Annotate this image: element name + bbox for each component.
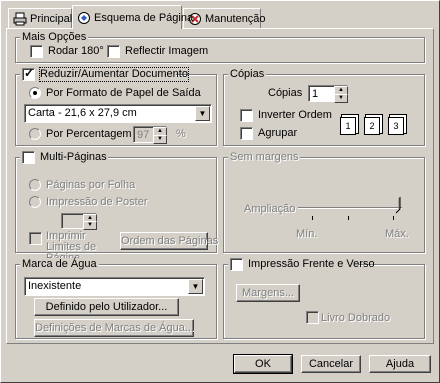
group-title: Sem margens	[228, 151, 301, 164]
por-formato-label: Por Formato de Papel de Saída	[46, 87, 201, 99]
chevron-down-icon[interactable]: ▼	[195, 106, 210, 121]
group-title: Cópias	[228, 68, 267, 81]
marca-value: Inexistente	[28, 280, 82, 292]
tab-esquema-de-pagina[interactable]: Esquema de Página	[72, 5, 193, 29]
reflectir-checkbox[interactable]	[107, 45, 120, 58]
agrupar-checkbox[interactable]	[240, 127, 253, 140]
group-title: Mais Opções	[20, 31, 89, 44]
paper-size-value: Carta - 21,6 x 27,9 cm	[28, 107, 137, 119]
ok-button[interactable]: OK	[233, 354, 293, 374]
frente-verso-group: Impressão Frente e Verso Margens... Livr…	[223, 258, 425, 339]
ampliacao-label: Ampliação	[244, 203, 296, 215]
por-formato-radio[interactable]	[29, 87, 41, 99]
definicoes-marcas-button[interactable]: Definições de Marcas de Água...	[34, 319, 194, 337]
multi-down-icon[interactable]: ▼	[83, 221, 97, 230]
chevron-down-icon[interactable]: ▼	[188, 279, 203, 294]
mais-opcoes-group: Mais Opções Rodar 180° Reflectir Imagem	[15, 31, 425, 63]
cancel-button[interactable]: Cancelar	[301, 355, 361, 373]
margens-button[interactable]: Margens...	[236, 284, 300, 302]
inverter-label: Inverter Ordem	[258, 109, 332, 121]
tab-label: Principal	[30, 12, 73, 25]
page-number: 3	[388, 117, 404, 135]
page-number: 2	[364, 117, 380, 135]
inverter-checkbox[interactable]	[240, 109, 253, 122]
slider-tick	[393, 216, 394, 220]
sem-margens-group: Sem margens Ampliação Mín. Máx.	[223, 151, 425, 253]
ampliacao-slider-thumb[interactable]	[394, 197, 402, 215]
ampliacao-slider-track[interactable]	[298, 207, 402, 209]
multi-paginas-checkbox[interactable]	[22, 151, 35, 164]
reduzir-group: ✓ Reduzir/Aumentar Documento Por Formato…	[15, 67, 217, 146]
collate-pages-icon: 1 2 3	[340, 111, 420, 141]
slider-max-label: Máx.	[385, 228, 409, 240]
copias-group: Cópias Cópias 1 ▲ ▼ Inverter Ordem Agrup…	[223, 68, 425, 146]
slider-min-label: Mín.	[296, 228, 318, 240]
layout-icon	[77, 11, 91, 25]
ordem-paginas-button[interactable]: Ordem das Páginas	[120, 232, 218, 250]
paper-size-select[interactable]: Carta - 21,6 x 27,9 cm ▼	[24, 104, 212, 123]
reduzir-checkbox[interactable]: ✓	[22, 66, 35, 81]
percent-value: 97	[137, 129, 150, 141]
printer-icon	[13, 12, 27, 26]
tab-manutencao[interactable]: Manutenção	[183, 8, 266, 28]
multi-legend: Multi-Páginas	[20, 151, 108, 165]
paginas-por-folha-label: Páginas por Folha	[46, 179, 136, 191]
percent-down-icon[interactable]: ▼	[153, 135, 167, 144]
copias-down-icon[interactable]: ▼	[334, 94, 348, 103]
imprimir-limites-checkbox[interactable]	[29, 232, 42, 245]
paginas-por-folha-radio[interactable]	[29, 179, 41, 191]
rodar-label: Rodar 180°	[48, 45, 104, 57]
tab-label: Manutenção	[205, 12, 266, 25]
page-number: 1	[340, 117, 356, 135]
livro-dobrado-checkbox[interactable]	[306, 311, 319, 324]
marca-de-agua-group: Marca de Água Inexistente ▼ Definido pel…	[15, 258, 217, 339]
definido-utilizador-button[interactable]: Definido pelo Utilizador...	[34, 298, 179, 316]
reduzir-legend: ✓ Reduzir/Aumentar Documento	[20, 66, 189, 82]
check-icon: ✓	[24, 66, 35, 80]
slider-tick	[348, 216, 349, 220]
radio-dot	[33, 91, 37, 95]
frente-verso-legend: Impressão Frente e Verso	[228, 258, 375, 272]
multi-paginas-group: Multi-Páginas Páginas por Folha Impressã…	[15, 151, 218, 264]
por-percentagem-radio[interactable]	[29, 128, 41, 140]
impressao-poster-label: Impressão de Poster	[46, 196, 148, 208]
agrupar-label: Agrupar	[258, 127, 298, 139]
tab-principal[interactable]: Principal	[8, 8, 72, 28]
marca-select[interactable]: Inexistente ▼	[24, 277, 205, 296]
tab-label: Esquema de Página	[94, 11, 194, 24]
frente-verso-label: Impressão Frente e Verso	[248, 258, 375, 270]
impressao-poster-radio[interactable]	[29, 196, 41, 208]
copias-label: Cópias	[268, 87, 303, 99]
livro-dobrado-label: Livro Dobrado	[321, 312, 391, 324]
rodar-checkbox[interactable]	[30, 45, 43, 58]
reduzir-label: Reduzir/Aumentar Documento	[39, 67, 189, 82]
por-percentagem-label: Por Percentagem	[46, 128, 132, 140]
group-title: Marca de Água	[20, 258, 99, 271]
reflectir-label: Reflectir Imagem	[125, 45, 209, 57]
copias-value: 1	[312, 88, 319, 100]
multi-paginas-label: Multi-Páginas	[40, 151, 107, 163]
help-button[interactable]: Ajuda	[369, 355, 431, 373]
frente-verso-checkbox[interactable]	[230, 258, 243, 271]
percent-sign: %	[176, 128, 186, 140]
slider-tick	[312, 216, 313, 220]
